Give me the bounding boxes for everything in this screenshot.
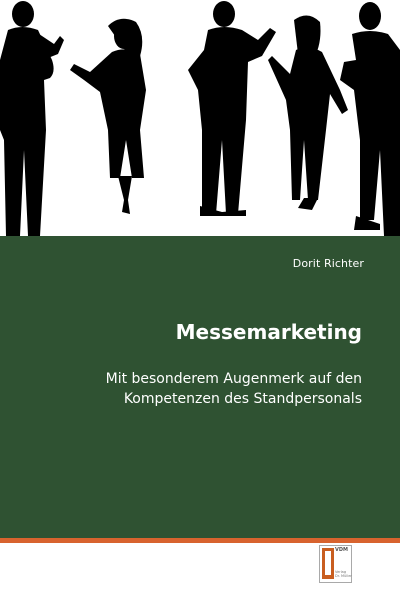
logo-frame: VDM Verlag Dr. Müller xyxy=(319,545,352,583)
silhouette-woman-2 xyxy=(268,15,348,210)
author-name: Dorit Richter xyxy=(292,257,364,270)
book-title: Messemarketing xyxy=(175,320,362,344)
silhouette-woman-1 xyxy=(70,18,146,214)
cover-photo-silhouettes xyxy=(0,0,400,236)
logo-subtext: Verlag Dr. Müller xyxy=(335,570,352,578)
publisher-logo: VDM Verlag Dr. Müller xyxy=(319,545,352,583)
silhouette-man-3 xyxy=(340,2,400,236)
business-people-silhouettes-image xyxy=(0,1,400,236)
silhouette-man-1 xyxy=(0,1,64,236)
logo-name: VDM xyxy=(335,547,348,553)
logo-subtext-line-2: Dr. Müller xyxy=(335,574,352,578)
logo-mark-icon xyxy=(322,548,334,579)
silhouette-man-2 xyxy=(188,1,276,216)
book-subtitle: Mit besonderem Augenmerk auf den Kompete… xyxy=(105,371,362,407)
